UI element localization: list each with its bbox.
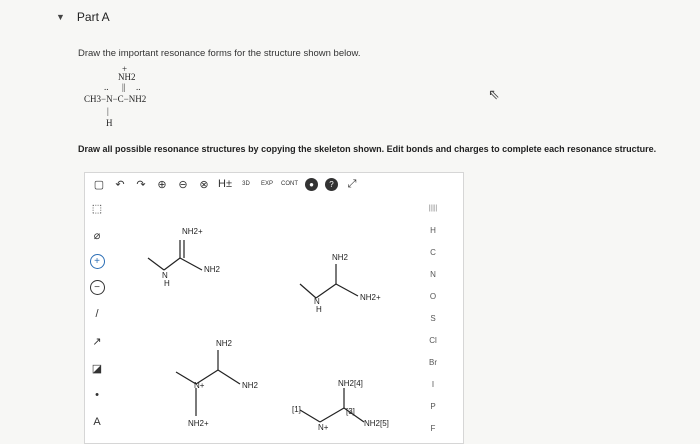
mouse-cursor-icon: ⇖ [488, 86, 500, 102]
part-title: Part A [76, 10, 110, 24]
negative-charge-icon[interactable]: − [89, 280, 105, 295]
3d-view-icon[interactable]: 3D [239, 175, 253, 193]
element-c[interactable]: C [430, 242, 436, 264]
atom-label-icon[interactable]: A [88, 414, 106, 430]
eraser-icon[interactable]: ⌀ [88, 227, 106, 243]
contract-icon[interactable]: CONT [281, 175, 298, 193]
element-i[interactable]: I [432, 374, 434, 396]
given-structure: + NH2 .. || .. CH3−N−C−NH2 | H [84, 64, 174, 136]
structure-double-bond: || [122, 82, 126, 92]
s4-map3-label: [3] [346, 407, 355, 416]
s3-n-plus-label: N+ [194, 381, 205, 390]
undo-icon[interactable]: ↶ [113, 175, 127, 193]
new-doc-icon[interactable]: ▢ [92, 175, 106, 193]
help-icon[interactable]: ? [325, 177, 338, 191]
element-h[interactable]: H [430, 220, 436, 242]
s3-nh2-plus-label: NH2+ [188, 419, 209, 428]
structure-1-bonds [147, 240, 203, 271]
s4-map1-label: [1] [292, 405, 301, 414]
molecule-canvas[interactable]: NH2+ NH2 N H NH2 NH2+ N H NH2 NH2 N+ NH2… [110, 200, 410, 442]
s2-nh2-label: NH2 [332, 253, 349, 262]
h-toggle-icon[interactable]: H± [218, 175, 232, 193]
info-icon[interactable]: ● [305, 177, 318, 191]
structure-vertical-bond: | [107, 106, 109, 116]
left-toolbar: ⬚ ⌀ + − / ↗ ◪ • A [86, 200, 108, 430]
zoom-fit-icon[interactable]: ⊗ [197, 175, 211, 193]
s4-n-plus-label: N+ [318, 423, 329, 432]
structure-h: H [106, 118, 113, 128]
s3-nh2-right-label: NH2 [242, 381, 259, 390]
periodic-table-panel: ||||| H C N O S Cl Br I P F [413, 198, 453, 440]
s2-h-label: H [316, 305, 322, 314]
structure-dots-right: .. [136, 82, 141, 92]
zoom-in-icon[interactable]: ⊕ [155, 175, 169, 193]
s1-h-label: H [164, 279, 170, 288]
s2-nh2-plus-label: NH2+ [360, 293, 381, 302]
ring-icon[interactable]: ◪ [88, 360, 106, 376]
fullscreen-icon[interactable]: ⤢ [345, 175, 359, 193]
structure-main-chain: CH3−N−C−NH2 [84, 94, 147, 104]
lone-pair-icon[interactable]: • [88, 387, 106, 403]
positive-charge-icon[interactable]: + [89, 254, 105, 269]
element-cl[interactable]: Cl [429, 330, 437, 352]
zoom-out-icon[interactable]: ⊖ [176, 175, 190, 193]
arrow-icon[interactable]: ↗ [88, 333, 106, 349]
s4-nh2-5-label: NH2[5] [364, 419, 389, 428]
element-s[interactable]: S [430, 308, 435, 330]
s1-nh2-label: NH2 [204, 265, 221, 274]
structure-dots-left: .. [104, 82, 109, 92]
bond-icon[interactable]: / [88, 306, 106, 322]
s1-nh2-plus-label: NH2+ [182, 227, 203, 236]
s4-nh2-4-label: NH2[4] [338, 379, 363, 388]
s3-nh2-label: NH2 [216, 339, 233, 348]
element-br[interactable]: Br [429, 352, 437, 374]
structure-4-bonds [299, 388, 365, 423]
element-o[interactable]: O [430, 286, 436, 308]
element-n[interactable]: N [430, 264, 436, 286]
structure-nh2-top: NH2 [118, 72, 136, 82]
element-f[interactable]: F [431, 418, 436, 440]
instruction-text: Draw all possible resonance structures b… [78, 144, 657, 154]
element-p[interactable]: P [430, 396, 435, 418]
select-icon[interactable]: ⬚ [88, 200, 106, 216]
redo-icon[interactable]: ↷ [134, 175, 148, 193]
collapse-caret-icon[interactable]: ▼ [56, 12, 65, 22]
structure-2-bonds [299, 264, 359, 299]
periodic-table-icon[interactable]: ||||| [428, 198, 437, 220]
structure-3-bonds [175, 350, 241, 416]
editor-toolbar: ▢ ↶ ↷ ⊕ ⊖ ⊗ H± 3D EXP CONT ● ? ⤢ [84, 172, 359, 196]
question-text: Draw the important resonance forms for t… [78, 48, 361, 59]
part-header[interactable]: ▼ Part A [56, 10, 110, 24]
expand-icon[interactable]: EXP [260, 175, 274, 193]
